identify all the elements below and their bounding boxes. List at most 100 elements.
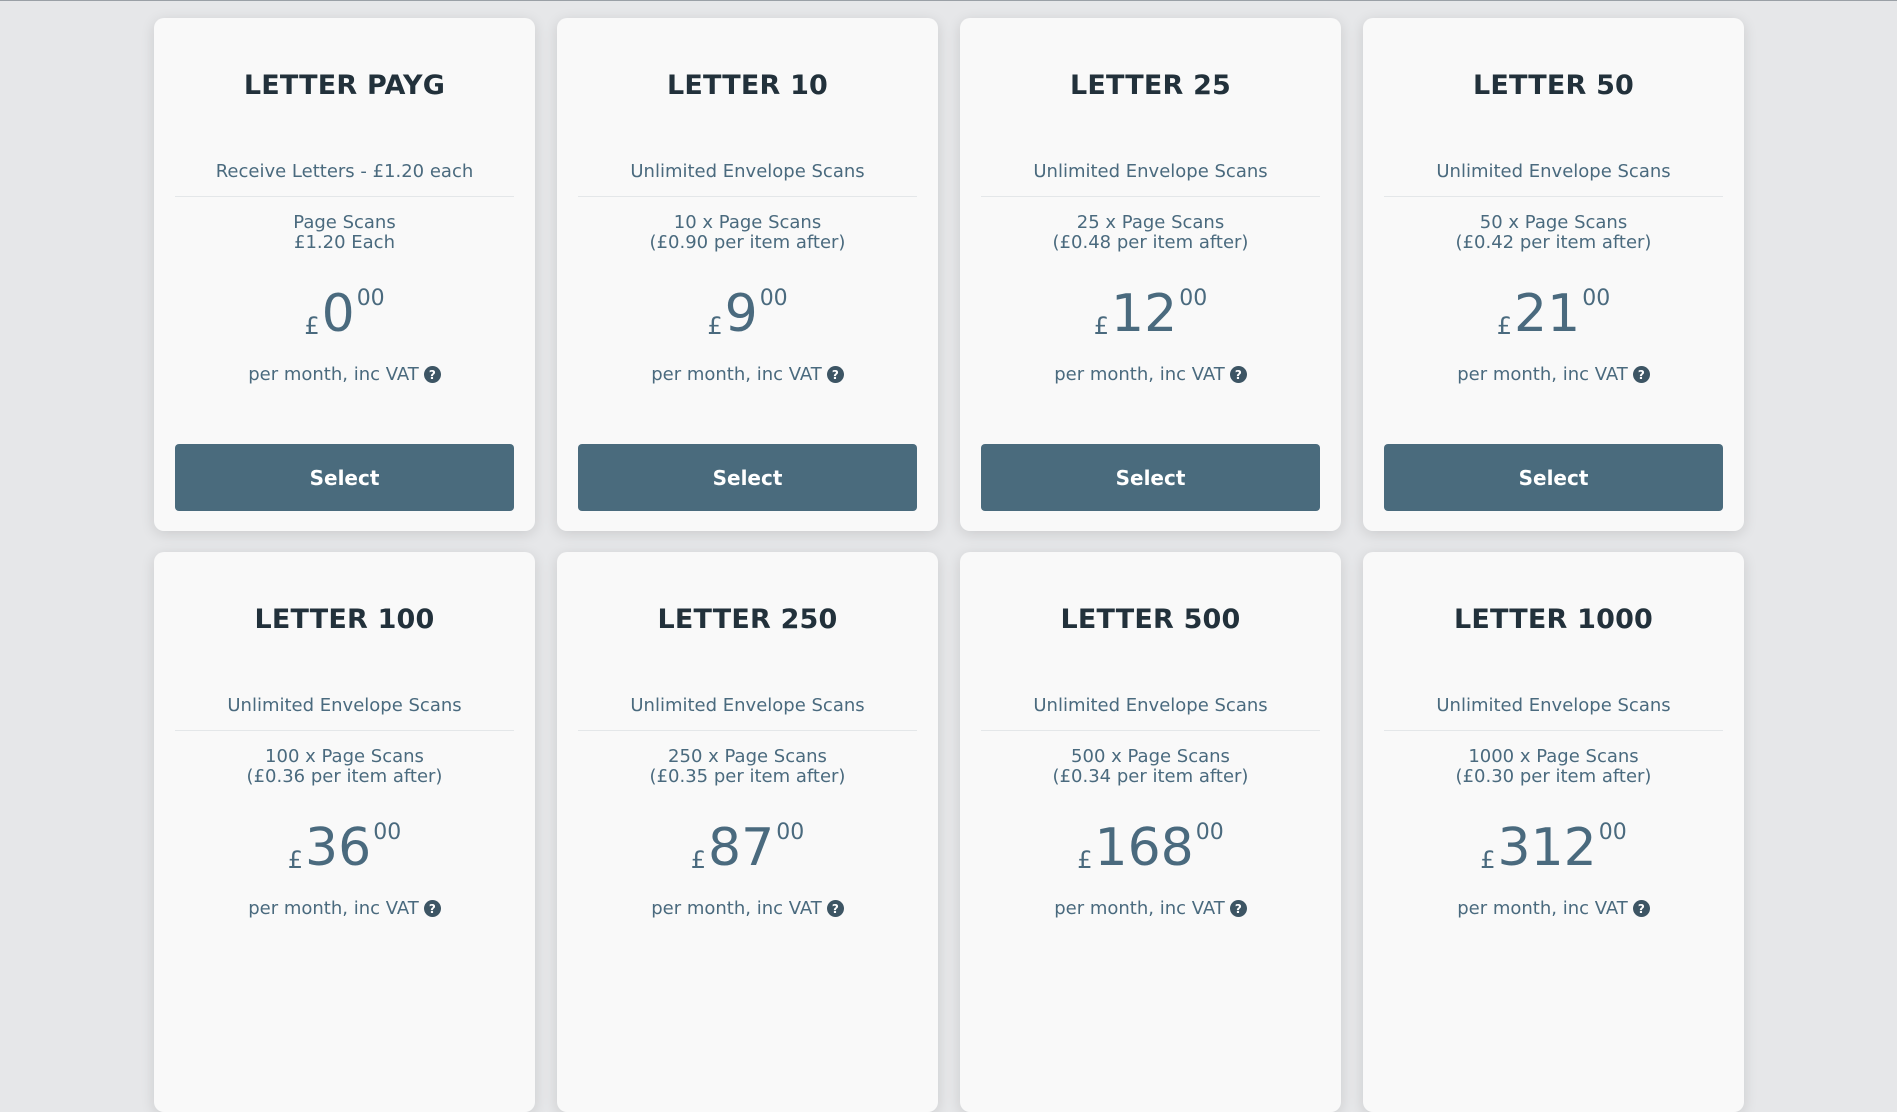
price-currency: £ (1077, 846, 1093, 874)
plan-period-label: per month, inc VAT (651, 364, 822, 385)
plan-scans-line2: (£0.90 per item after) (649, 232, 846, 253)
plan-feature: Unlimited Envelope Scans (578, 695, 917, 731)
plan-period: per month, inc VAT ? (1363, 898, 1744, 919)
plan-title: LETTER PAYG (243, 70, 446, 101)
plan-price: £ 87 00 (557, 820, 938, 880)
plan-feature: Unlimited Envelope Scans (1384, 161, 1723, 197)
plan-period-label: per month, inc VAT (1054, 898, 1225, 919)
plan-price: £ 9 00 (557, 286, 938, 346)
plan-scans-line1: 1000 x Page Scans (1468, 746, 1639, 767)
price-whole: 0 (321, 284, 355, 344)
price-whole: 312 (1497, 818, 1597, 878)
plan-period: per month, inc VAT ? (154, 364, 535, 385)
price-currency: £ (707, 312, 723, 340)
plan-card-letter-50: LETTER 50 Unlimited Envelope Scans 50 x … (1363, 18, 1744, 531)
plan-scans: 500 x Page Scans (£0.34 per item after) (960, 747, 1341, 787)
plan-title: LETTER 25 (1069, 70, 1232, 101)
plans-grid: LETTER PAYG Receive Letters - £1.20 each… (154, 18, 1746, 1112)
price-whole: 36 (305, 818, 372, 878)
plan-feature: Unlimited Envelope Scans (981, 695, 1320, 731)
plan-price: £ 21 00 (1363, 286, 1744, 346)
plan-scans-line1: 10 x Page Scans (673, 212, 822, 233)
plan-feature: Unlimited Envelope Scans (175, 695, 514, 731)
price-currency: £ (1093, 312, 1110, 340)
plan-scans: 1000 x Page Scans (£0.30 per item after) (1363, 747, 1744, 787)
question-circle-icon[interactable]: ? (826, 366, 844, 383)
select-button[interactable]: Select (1384, 444, 1723, 511)
select-button[interactable]: Select (578, 444, 917, 511)
plan-card-letter-250: LETTER 250 Unlimited Envelope Scans 250 … (557, 552, 938, 1112)
plan-period: per month, inc VAT ? (154, 898, 535, 919)
plan-title: LETTER 500 (1060, 604, 1241, 635)
question-circle-icon[interactable]: ? (1632, 366, 1650, 383)
price-decimal: 00 (776, 820, 805, 845)
price-currency: £ (690, 846, 707, 874)
plan-feature: Unlimited Envelope Scans (981, 161, 1320, 197)
price-decimal: 00 (1582, 286, 1611, 311)
plan-period-label: per month, inc VAT (1457, 364, 1628, 385)
select-button[interactable]: Select (981, 444, 1320, 511)
plan-title: LETTER 250 (657, 604, 838, 635)
plan-period-label: per month, inc VAT (1457, 898, 1628, 919)
plan-period: per month, inc VAT ? (960, 898, 1341, 919)
plan-feature: Receive Letters - £1.20 each (175, 161, 514, 197)
plan-card-letter-1000: LETTER 1000 Unlimited Envelope Scans 100… (1363, 552, 1744, 1112)
plan-period: per month, inc VAT ? (1363, 364, 1744, 385)
plan-price: £ 36 00 (154, 820, 535, 880)
price-currency: £ (304, 312, 320, 340)
plan-price: £ 168 00 (960, 820, 1341, 880)
plan-card-letter-500: LETTER 500 Unlimited Envelope Scans 500 … (960, 552, 1341, 1112)
select-button[interactable]: Select (175, 444, 514, 511)
plan-title: LETTER 50 (1472, 70, 1635, 101)
plan-period: per month, inc VAT ? (557, 364, 938, 385)
plan-scans: 100 x Page Scans (£0.36 per item after) (154, 747, 535, 787)
price-currency: £ (1480, 846, 1496, 874)
plan-scans-line2: (£0.30 per item after) (1455, 766, 1652, 787)
plan-period: per month, inc VAT ? (960, 364, 1341, 385)
question-circle-icon[interactable]: ? (423, 900, 441, 917)
price-whole: 9 (724, 284, 758, 344)
price-decimal: 00 (1195, 820, 1224, 845)
price-currency: £ (287, 846, 304, 874)
plan-title: LETTER 10 (666, 70, 829, 101)
plan-scans: 25 x Page Scans (£0.48 per item after) (960, 213, 1341, 253)
plan-period: per month, inc VAT ? (557, 898, 938, 919)
price-whole: 21 (1514, 284, 1581, 344)
question-circle-icon[interactable]: ? (423, 366, 441, 383)
plan-price: £ 12 00 (960, 286, 1341, 346)
plan-feature: Unlimited Envelope Scans (1384, 695, 1723, 731)
price-whole: 87 (708, 818, 775, 878)
price-decimal: 00 (1598, 820, 1627, 845)
plan-price: £ 0 00 (154, 286, 535, 346)
plan-scans: 250 x Page Scans (£0.35 per item after) (557, 747, 938, 787)
plan-scans-line2: (£0.42 per item after) (1455, 232, 1652, 253)
question-circle-icon[interactable]: ? (1632, 900, 1650, 917)
plan-period-label: per month, inc VAT (248, 364, 419, 385)
plan-scans-line1: 50 x Page Scans (1479, 212, 1628, 233)
price-decimal: 00 (373, 820, 402, 845)
plan-feature: Unlimited Envelope Scans (578, 161, 917, 197)
plan-scans-line2: (£0.34 per item after) (1052, 766, 1249, 787)
price-decimal: 00 (1179, 286, 1208, 311)
plan-scans: Page Scans £1.20 Each (154, 213, 535, 253)
plan-card-letter-10: LETTER 10 Unlimited Envelope Scans 10 x … (557, 18, 938, 531)
price-decimal: 00 (759, 286, 788, 311)
price-currency: £ (1496, 312, 1513, 340)
plan-card-letter-payg: LETTER PAYG Receive Letters - £1.20 each… (154, 18, 535, 531)
question-circle-icon[interactable]: ? (826, 900, 844, 917)
plan-scans-line2: £1.20 Each (294, 232, 395, 253)
plan-scans-line2: (£0.35 per item after) (649, 766, 846, 787)
question-circle-icon[interactable]: ? (1229, 366, 1247, 383)
plan-scans-line1: 100 x Page Scans (265, 746, 424, 767)
price-whole: 12 (1111, 284, 1178, 344)
plan-scans-line1: 500 x Page Scans (1071, 746, 1230, 767)
plan-period-label: per month, inc VAT (1054, 364, 1225, 385)
plan-period-label: per month, inc VAT (248, 898, 419, 919)
plan-title: LETTER 100 (254, 604, 435, 635)
plan-scans: 10 x Page Scans (£0.90 per item after) (557, 213, 938, 253)
plan-scans-line2: (£0.48 per item after) (1052, 232, 1249, 253)
plan-title: LETTER 1000 (1453, 604, 1654, 635)
question-circle-icon[interactable]: ? (1229, 900, 1247, 917)
plan-card-letter-25: LETTER 25 Unlimited Envelope Scans 25 x … (960, 18, 1341, 531)
plan-scans: 50 x Page Scans (£0.42 per item after) (1363, 213, 1744, 253)
